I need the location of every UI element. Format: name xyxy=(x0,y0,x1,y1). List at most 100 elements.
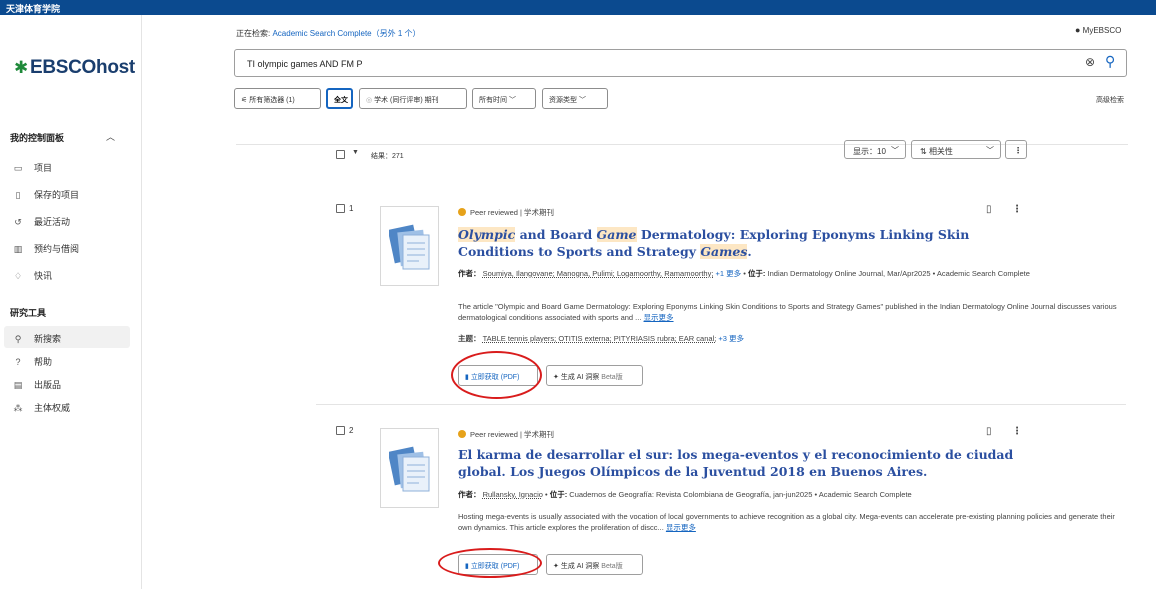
chevron-down-icon: ﹀ xyxy=(578,97,586,104)
peer-reviewed-filter-chip[interactable]: ◎ 学术 (同行评审) 期刊 xyxy=(359,88,467,109)
ebsco-star-icon: ✱ xyxy=(14,58,28,77)
account-icon: ● xyxy=(1075,25,1081,35)
books-icon: ▥ xyxy=(13,244,23,254)
subjects-more-link[interactable]: +3 更多 xyxy=(718,334,744,343)
authors-links[interactable]: Rullansky, Ignacio xyxy=(483,490,543,499)
ebscohost-logo[interactable]: ✱ EBSCOhost xyxy=(14,57,135,79)
fulltext-label: 全文 xyxy=(334,97,348,104)
abstract-text: The article "Olympic and Board Game Derm… xyxy=(458,302,1117,322)
beta-label: Beta版 xyxy=(601,374,623,381)
sidebar-item-projects[interactable]: ▭ 项目 xyxy=(4,155,130,177)
all-time-label: 所有时间 xyxy=(479,97,507,104)
source-text: Cuadernos de Geografía: Revista Colombia… xyxy=(569,490,912,499)
page-size-dropdown[interactable]: 显示：10 ﹀ xyxy=(844,140,906,159)
result-checkbox[interactable] xyxy=(336,204,345,213)
document-icon xyxy=(389,446,430,492)
sidebar-item-publications[interactable]: ▤ 出版品 xyxy=(4,372,130,394)
result-meta: Peer reviewed | 学术期刊 xyxy=(458,429,554,440)
result-meta-text: Peer reviewed | 学术期刊 xyxy=(470,430,555,439)
document-thumbnail[interactable] xyxy=(380,428,439,508)
filter-icon: ⚟ xyxy=(241,97,248,104)
sidebar-item-label: 保存的项目 xyxy=(34,190,80,200)
abstract-text: Hosting mega-events is usually associate… xyxy=(458,512,1115,532)
result-meta-text: Peer reviewed | 学术期刊 xyxy=(470,208,555,217)
database-link[interactable]: Academic Search Complete（另外 1 个） xyxy=(272,29,420,38)
ai-button-label: 生成 AI 洞察 xyxy=(560,374,600,381)
document-thumbnail[interactable] xyxy=(380,206,439,286)
annotation-circle xyxy=(438,548,542,578)
result-subjects: 主题： TABLE tennis players; OTITIS externa… xyxy=(458,333,744,344)
sort-dropdown[interactable]: ⇅ 相关性 ﹀ xyxy=(911,140,1001,159)
sidebar-item-label: 帮助 xyxy=(34,357,53,367)
sidebar-item-recent[interactable]: ↺ 最近活动 xyxy=(4,209,130,231)
show-more-link[interactable]: 显示更多 xyxy=(666,523,696,532)
ai-insights-button[interactable]: ✦ 生成 AI 洞察 Beta版 xyxy=(546,554,643,575)
sort-label: 相关性 xyxy=(928,147,953,156)
authors-links[interactable]: Soumiya, Ilangovane; Manogna, Pulimi; Lo… xyxy=(483,269,714,278)
sidebar-item-help[interactable]: ? 帮助 xyxy=(4,349,130,371)
history-icon: ↺ xyxy=(14,217,22,227)
title-text: . xyxy=(747,244,752,259)
caret-down-icon[interactable]: ▼ xyxy=(352,149,359,156)
show-more-link[interactable]: 显示更多 xyxy=(644,313,674,322)
search-icon[interactable]: ⚲ xyxy=(1105,53,1115,70)
kebab-icon[interactable]: ⋮ xyxy=(1012,426,1022,437)
all-time-dropdown[interactable]: 所有时间 ﹀ xyxy=(472,88,536,109)
bookmark-icon[interactable]: ▯ xyxy=(986,426,992,437)
myebsco-button[interactable]: ● MyEBSCO xyxy=(1075,25,1121,35)
sidebar: ✱ EBSCOhost 我的控制面板 ︿ ▭ 项目 ▯ 保存的项目 ↺ 最近活动 ▥ 预约… xyxy=(0,15,142,589)
dashboard-heading: 我的控制面板 xyxy=(10,133,65,143)
result-number: 2 xyxy=(349,426,354,435)
source-type-label: 资源类型 xyxy=(549,97,577,104)
result-checkbox[interactable] xyxy=(336,426,345,435)
source-label: 位于: xyxy=(747,269,766,278)
result-title-link[interactable]: Olympic and Board Game Dermatology: Expl… xyxy=(458,226,1018,260)
results-menu-button[interactable]: ⋮ xyxy=(1005,140,1027,159)
clear-icon[interactable]: ⊗ xyxy=(1085,55,1095,69)
peer-reviewed-badge-icon xyxy=(458,430,466,438)
publications-icon: ▤ xyxy=(13,380,23,390)
authors-label: 作者： xyxy=(458,269,481,278)
authors-more-link[interactable]: +1 更多 xyxy=(716,269,742,278)
ai-button-label: 生成 AI 洞察 xyxy=(560,563,600,570)
page-size-label: 显示：10 xyxy=(853,147,886,156)
sidebar-item-alerts[interactable]: ♢ 快讯 xyxy=(4,263,130,285)
sidebar-item-label: 快讯 xyxy=(34,271,53,281)
annotation-circle xyxy=(451,351,542,399)
subjects-links[interactable]: TABLE tennis players; OTITIS externa; PI… xyxy=(483,334,717,343)
chevron-down-icon: ﹀ xyxy=(986,146,994,155)
tools-heading: 研究工具 xyxy=(10,308,47,318)
kebab-icon[interactable]: ⋮ xyxy=(1012,204,1022,215)
search-input[interactable]: TI olympic games AND FM P ⊗ ⚲ xyxy=(234,49,1127,77)
beta-label: Beta版 xyxy=(601,563,623,570)
advanced-search-link[interactable]: 高级检索 xyxy=(1096,95,1124,105)
result-meta: Peer reviewed | 学术期刊 xyxy=(458,207,554,218)
result-number: 1 xyxy=(349,204,354,213)
bell-icon: ♢ xyxy=(13,271,23,281)
fulltext-filter-chip[interactable]: 全文 xyxy=(326,88,353,109)
logo-text: EBSCOhost xyxy=(29,57,135,78)
circle-icon: ◎ xyxy=(366,97,373,104)
title-text: and Board xyxy=(515,227,597,242)
searching-label: 正在检索: xyxy=(236,29,273,38)
bookmark-icon[interactable]: ▯ xyxy=(986,204,992,215)
source-type-dropdown[interactable]: 资源类型 ﹀ xyxy=(542,88,608,109)
kebab-icon: ⋮ xyxy=(1014,146,1022,155)
sidebar-item-label: 预约与借阅 xyxy=(34,244,80,254)
sidebar-item-label: 最近活动 xyxy=(34,217,71,227)
bookmark-icon: ▯ xyxy=(15,190,21,200)
select-all-checkbox[interactable] xyxy=(336,150,345,159)
chevron-up-icon[interactable]: ︿ xyxy=(106,130,115,143)
sort-icon: ⇅ xyxy=(920,147,927,156)
sidebar-item-new-search[interactable]: ⚲ 新搜索 xyxy=(4,326,130,348)
search-query-text: TI olympic games AND FM P xyxy=(247,59,363,69)
ai-insights-button[interactable]: ✦ 生成 AI 洞察 Beta版 xyxy=(546,365,643,386)
sidebar-item-subject-authority[interactable]: ⁂ 主体权威 xyxy=(4,395,130,417)
all-filters-button[interactable]: ⚟ 所有筛选器 (1) xyxy=(234,88,321,109)
sidebar-item-label: 项目 xyxy=(34,163,53,173)
sidebar-item-saved[interactable]: ▯ 保存的项目 xyxy=(4,182,130,204)
result-title-link[interactable]: El karma de desarrollar el sur: los mega… xyxy=(458,446,1018,480)
help-icon: ? xyxy=(15,357,21,367)
peer-reviewed-badge-icon xyxy=(458,208,466,216)
sidebar-item-holds[interactable]: ▥ 预约与借阅 xyxy=(4,236,130,258)
